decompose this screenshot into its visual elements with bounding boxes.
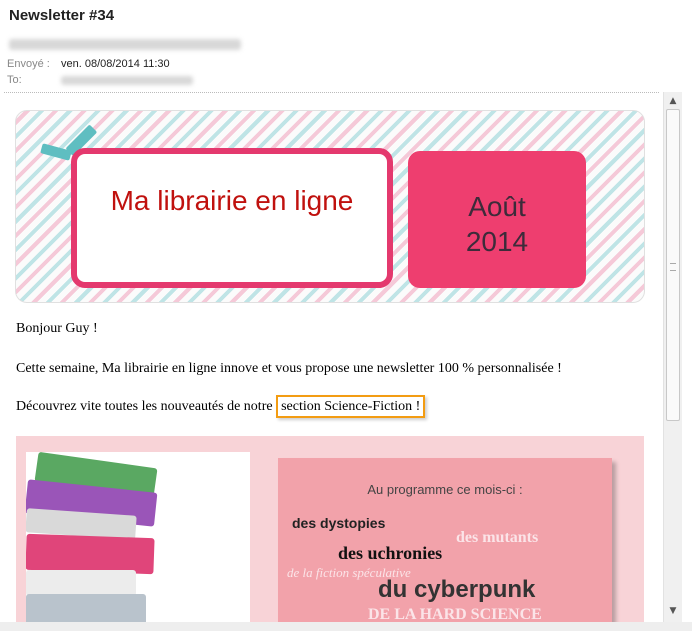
scroll-thumb[interactable] (666, 109, 680, 421)
program-intro: Au programme ce mois-ci : (367, 482, 523, 497)
word-cyberpunk: du cyberpunk (378, 576, 536, 603)
email-subject: Newsletter #34 (9, 7, 115, 24)
vertical-scrollbar[interactable]: ▲ ▼ (663, 92, 682, 622)
store-title: Ma librairie en ligne (110, 185, 354, 216)
sent-label: Envoyé : (7, 58, 50, 70)
program-panel: Au programme ce mois-ci : des dystopies … (16, 436, 644, 622)
newsletter-banner: Ma librairie en ligne Août 2014 (15, 110, 645, 303)
program-word-cloud: Au programme ce mois-ci : des dystopies … (278, 458, 612, 622)
word-hard-science: DE LA HARD SCIENCE (368, 606, 542, 622)
date-month: Août (468, 191, 526, 222)
books-image (26, 452, 250, 622)
bottom-bar (0, 622, 692, 631)
sender-redacted (9, 39, 241, 50)
store-title-card: Ma librairie en ligne (71, 148, 393, 288)
discover-line: Découvrez vite toutes les nouveautés de … (16, 395, 426, 418)
word-mutants: des mutants (456, 529, 539, 546)
intro-text: Cette semaine, Ma librairie en ligne inn… (16, 361, 562, 376)
date-card: Août 2014 (408, 151, 586, 288)
date-year: 2014 (465, 226, 529, 257)
word-dystopies: des dystopies (292, 515, 386, 531)
science-fiction-link[interactable]: section Science-Fiction ! (276, 395, 426, 418)
email-header: Newsletter #34 Envoyé : ven. 08/08/2014 … (0, 0, 692, 92)
scroll-down-icon[interactable]: ▼ (666, 604, 680, 618)
word-uchronies: des uchronies (338, 543, 443, 563)
to-label: To: (7, 74, 22, 86)
scroll-up-icon[interactable]: ▲ (666, 94, 680, 108)
recipient-redacted (61, 76, 193, 85)
greeting: Bonjour Guy ! (16, 321, 98, 336)
discover-prefix: Découvrez vite toutes les nouveautés de … (16, 399, 277, 414)
message-body: Ma librairie en ligne Août 2014 Bonjour … (0, 93, 662, 622)
grip-icon (670, 263, 676, 271)
sent-value: ven. 08/08/2014 11:30 (61, 58, 170, 70)
